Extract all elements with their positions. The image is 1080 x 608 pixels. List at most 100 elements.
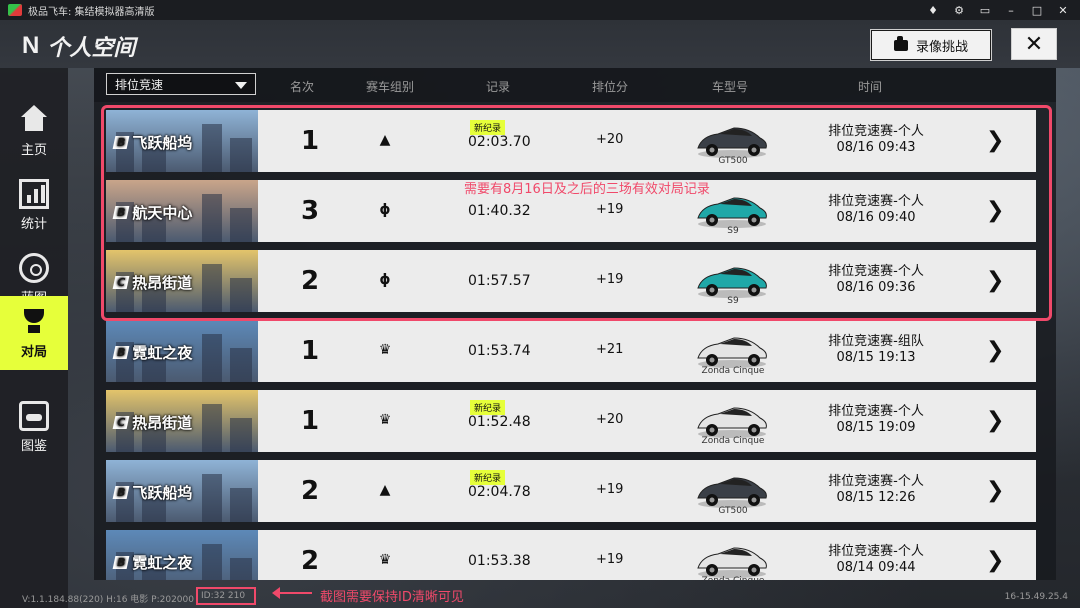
annotation-arrow-icon — [272, 587, 312, 599]
table-header: 排位竞速 名次 赛车组别 记录 排位分 车型号 时间 — [94, 68, 1056, 102]
car-name: Zonda Cinque — [701, 436, 765, 446]
sidebar-item-label: 主页 — [20, 142, 47, 158]
rank-points: +21 — [596, 342, 624, 357]
close-button[interactable]: ✕ — [1011, 28, 1057, 60]
rank-points: +20 — [596, 412, 624, 427]
race-info: 排位竞速赛-个人 08/15 19:09 — [806, 404, 946, 436]
wing-badge-icon: ♛ — [378, 412, 392, 428]
race-type: 排位竞速赛-个人 — [828, 404, 924, 419]
car-name: S9 — [727, 296, 739, 306]
swirl-icon: ϕ — [379, 272, 391, 288]
track-grade: C — [112, 416, 130, 429]
chevron-right-icon[interactable]: ❯ — [986, 198, 1006, 224]
chevron-right-icon[interactable]: ❯ — [986, 478, 1006, 504]
rank-points: +19 — [596, 272, 624, 287]
col-header-time: 时间 — [858, 80, 883, 94]
race-type: 排位竞速赛-组队 — [828, 334, 924, 349]
record-time: 02:03.70 — [468, 134, 531, 150]
sidebar-item-home[interactable]: 主页 — [0, 94, 68, 168]
race-date: 08/15 19:13 — [836, 350, 916, 365]
swirl-icon: ϕ — [379, 202, 391, 218]
sidebar-item-label: 图鉴 — [20, 438, 47, 454]
mode-select[interactable]: 排位竞速 — [106, 73, 256, 95]
race-date: 08/16 09:36 — [836, 280, 916, 295]
track-name: 热昂街道 — [132, 274, 193, 292]
track-thumbnail: C 热昂街道 — [106, 390, 258, 452]
col-header-car: 车型号 — [712, 80, 749, 94]
new-record-badge: 新纪录 — [470, 470, 506, 485]
sidebar-item-matches[interactable]: 对局 — [0, 296, 68, 370]
trophy-icon — [19, 307, 49, 337]
nfs-logo-icon: N — [22, 32, 39, 59]
track-grade: B — [112, 346, 130, 359]
table-row[interactable]: B 飞跃船坞 2 ▲ 新纪录 02:04.78 +19 GT500 排位竞速赛-… — [106, 460, 1036, 522]
table-row[interactable]: C 热昂街道 2 ϕ 01:57.57 +19 S9 排位竞速赛-个人 08/1… — [106, 250, 1036, 312]
diamond-icon[interactable]: ♦ — [926, 4, 940, 17]
race-type: 排位竞速赛-个人 — [828, 264, 924, 279]
track-thumbnail: B 飞跃船坞 — [106, 460, 258, 522]
gear-icon[interactable]: ⚙ — [952, 4, 966, 17]
car-name: S9 — [727, 226, 739, 236]
car-name: Zonda Cinque — [701, 366, 765, 376]
rank-value: 2 — [300, 266, 320, 296]
race-type: 排位竞速赛-个人 — [828, 474, 924, 489]
track-name: 飞跃船坞 — [132, 134, 193, 152]
track-grade: B — [112, 486, 130, 499]
race-info: 排位竞速赛-个人 08/15 12:26 — [806, 474, 946, 506]
car-atlas-icon — [19, 400, 49, 431]
table-row[interactable]: B 飞跃船坞 1 ▲ 新纪录 02:03.70 +20 GT500 排位竞速赛-… — [106, 110, 1036, 172]
rank-points: +20 — [596, 132, 624, 147]
mountain-icon: ▲ — [379, 132, 391, 148]
rank-points: +19 — [596, 552, 624, 567]
car-image — [697, 337, 767, 368]
chevron-right-icon[interactable]: ❯ — [986, 548, 1006, 574]
chevron-right-icon[interactable]: ❯ — [986, 338, 1006, 364]
table-row[interactable]: B 霓虹之夜 2 ♛ 01:53.38 +19 Zonda Cinque 排位竞… — [106, 530, 1036, 580]
track-name: 霓虹之夜 — [132, 554, 193, 572]
col-header-rank: 名次 — [290, 80, 315, 94]
track-name: 热昂街道 — [132, 414, 193, 432]
wing-badge-icon: ♛ — [378, 342, 392, 358]
track-thumbnail: B 飞跃船坞 — [106, 110, 258, 172]
record-time: 01:57.57 — [468, 273, 531, 289]
maximize-icon[interactable]: □ — [1030, 4, 1044, 17]
match-list: B 飞跃船坞 1 ▲ 新纪录 02:03.70 +20 GT500 排位竞速赛-… — [94, 102, 1056, 580]
wing-badge-icon: ♛ — [378, 552, 392, 568]
rank-value: 2 — [300, 476, 320, 506]
sidebar-item-stats[interactable]: 统计 — [0, 168, 68, 242]
restore-icon[interactable]: ▭ — [978, 4, 992, 17]
record-time: 01:52.48 — [468, 414, 531, 430]
window-title: 极品飞车: 集结模拟器高清版 — [28, 6, 155, 18]
player-id: ID:32 210 — [196, 587, 256, 605]
track-grade: C — [112, 276, 130, 289]
race-date: 08/15 19:09 — [836, 420, 916, 435]
sidebar-item-label: 统计 — [20, 216, 47, 232]
app-logo-icon — [8, 4, 22, 16]
footer: V:1.1.184.88(220) H:16 电影 P:202000 ID:32… — [0, 584, 1080, 608]
track-name: 飞跃船坞 — [132, 484, 193, 502]
chevron-right-icon[interactable]: ❯ — [986, 408, 1006, 434]
replay-challenge-button[interactable]: 录像挑战 — [871, 30, 991, 60]
sidebar-item-atlas[interactable]: 图鉴 — [0, 390, 68, 464]
car-image — [697, 477, 767, 508]
minimize-icon[interactable]: – — [1004, 4, 1018, 17]
record-time: 01:40.32 — [468, 203, 531, 219]
track-thumbnail: B 霓虹之夜 — [106, 320, 258, 382]
new-record-badge: 新纪录 — [470, 120, 506, 135]
mode-select-value: 排位竞速 — [115, 77, 164, 92]
annotation-id-note: 截图需要保持ID清晰可见 — [320, 590, 464, 605]
chevron-right-icon[interactable]: ❯ — [986, 268, 1006, 294]
chevron-right-icon[interactable]: ❯ — [986, 128, 1006, 154]
track-name: 霓虹之夜 — [132, 344, 193, 362]
race-info: 排位竞速赛-组队 08/15 19:13 — [806, 334, 946, 366]
close-window-icon[interactable]: ✕ — [1056, 4, 1070, 17]
record-time: 02:04.78 — [468, 484, 531, 500]
car-image — [697, 127, 767, 158]
track-grade: B — [112, 136, 130, 149]
race-type: 排位竞速赛-个人 — [828, 194, 924, 209]
table-row[interactable]: C 热昂街道 1 ♛ 新纪录 01:52.48 +20 Zonda Cinque… — [106, 390, 1036, 452]
col-header-group: 赛车组别 — [366, 80, 415, 94]
table-row[interactable]: B 霓虹之夜 1 ♛ 01:53.74 +21 Zonda Cinque 排位竞… — [106, 320, 1036, 382]
track-thumbnail: B 霓虹之夜 — [106, 530, 258, 580]
track-thumbnail: C 热昂街道 — [106, 250, 258, 312]
